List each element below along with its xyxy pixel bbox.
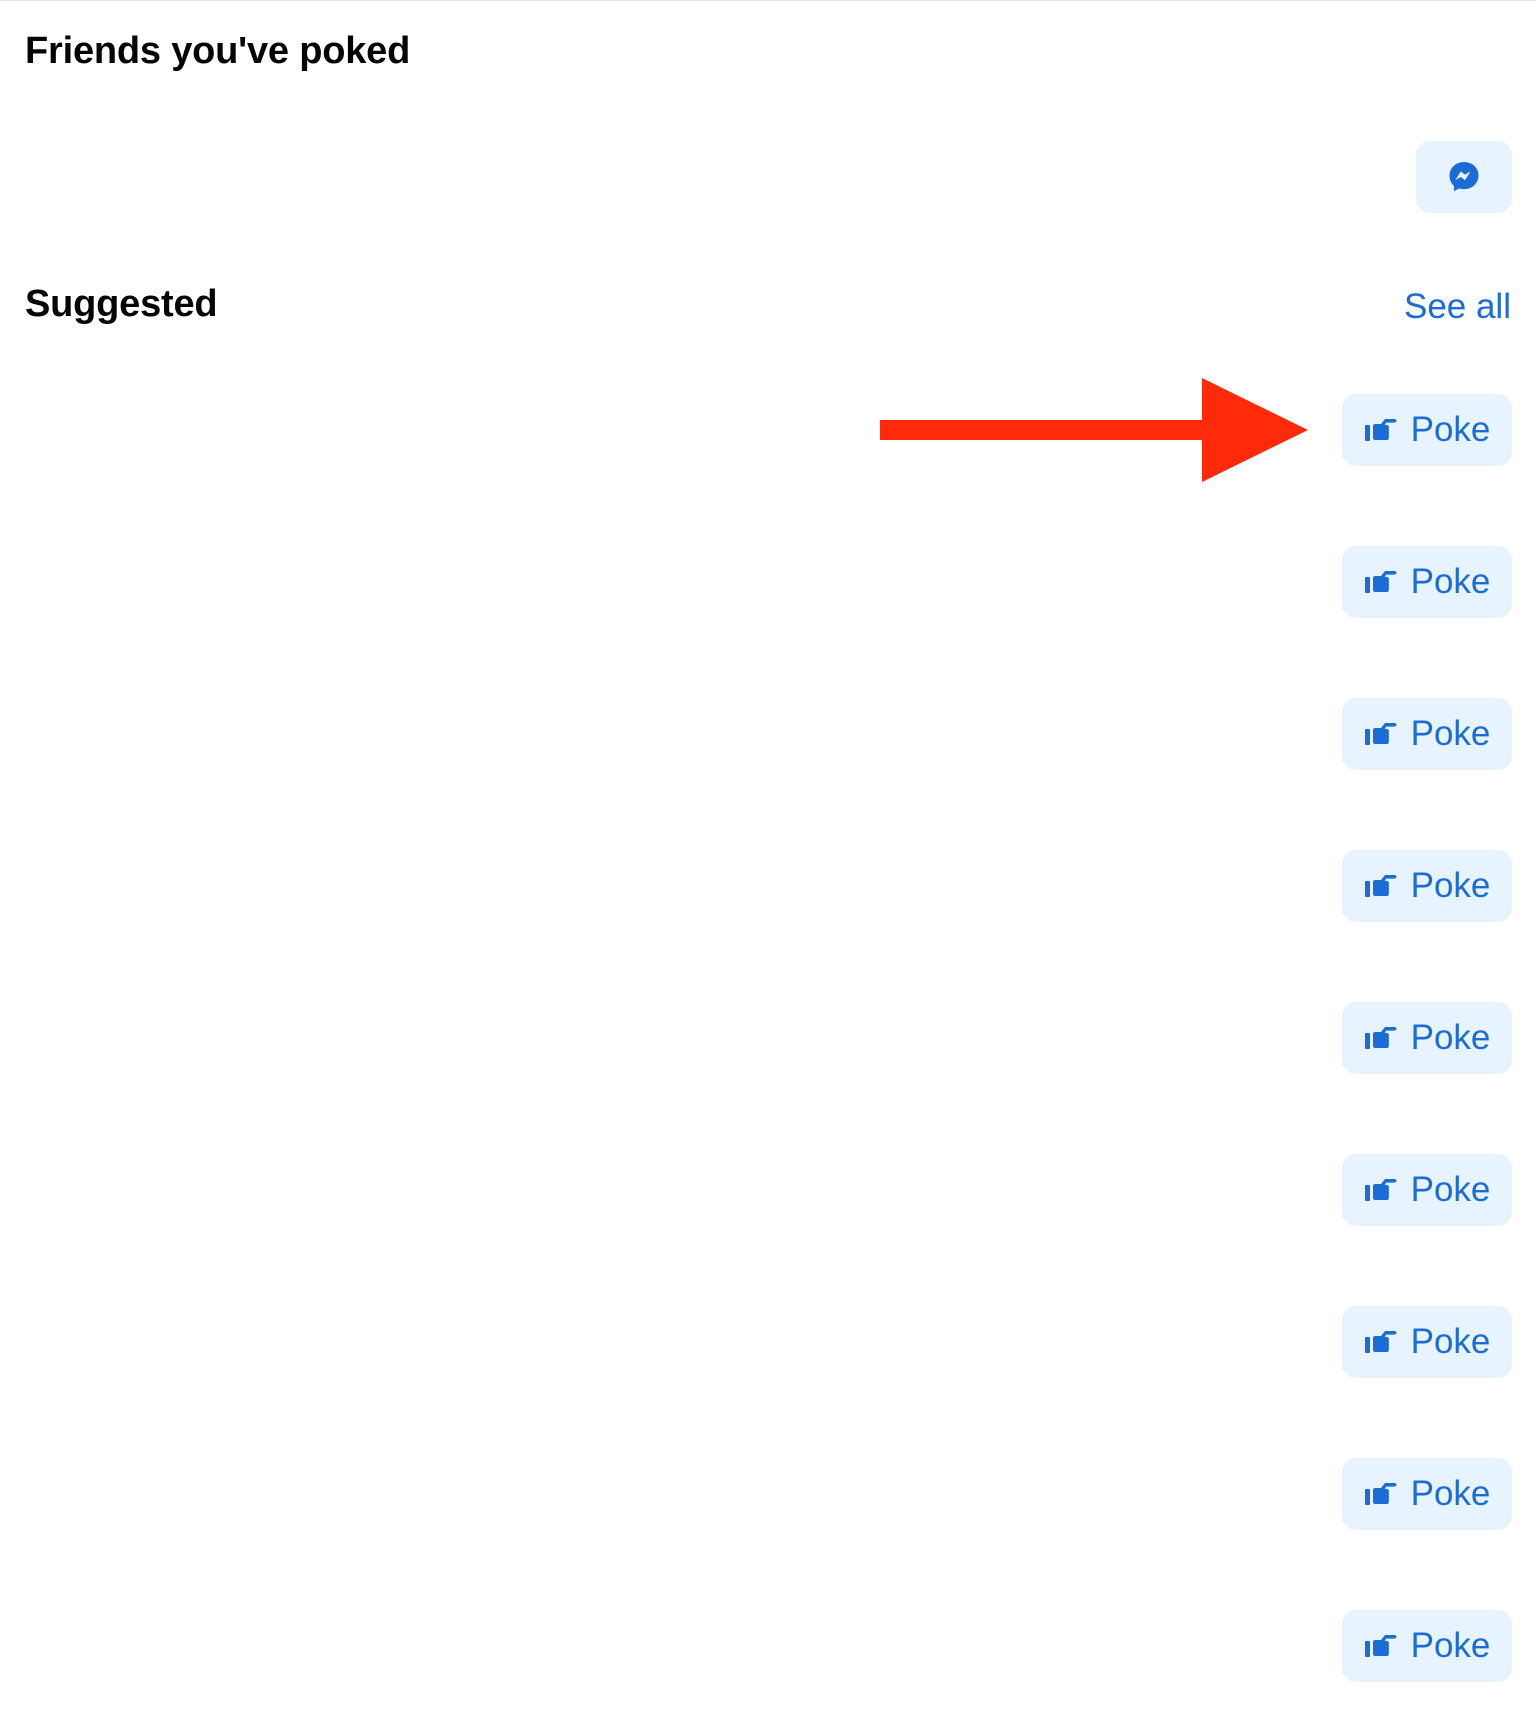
poke-button-label: Poke xyxy=(1410,1474,1491,1513)
messenger-icon xyxy=(1449,162,1479,192)
poke-button-label: Poke xyxy=(1410,1322,1491,1361)
poke-button[interactable]: Poke xyxy=(1342,1610,1512,1682)
poke-button[interactable]: Poke xyxy=(1342,850,1512,922)
poke-hand-icon xyxy=(1364,1179,1396,1201)
suggested-title: Suggested xyxy=(25,283,218,325)
poke-hand-icon xyxy=(1364,1635,1396,1657)
friends-poked-title: Friends you've poked xyxy=(25,30,411,72)
poke-button-label: Poke xyxy=(1410,1018,1491,1057)
poke-button[interactable]: Poke xyxy=(1342,1458,1512,1530)
poke-button[interactable]: Poke xyxy=(1342,698,1512,770)
poke-hand-icon xyxy=(1364,1027,1396,1049)
top-divider xyxy=(0,0,1536,1)
poke-button-label: Poke xyxy=(1410,1170,1491,1209)
poke-button[interactable]: Poke xyxy=(1342,394,1512,466)
poke-button[interactable]: Poke xyxy=(1342,1154,1512,1226)
see-all-link[interactable]: See all xyxy=(1404,287,1511,327)
poke-button[interactable]: Poke xyxy=(1342,546,1512,618)
poke-button-label: Poke xyxy=(1410,714,1491,753)
poke-hand-icon xyxy=(1364,875,1396,897)
poke-button-label: Poke xyxy=(1410,562,1491,601)
poke-button[interactable]: Poke xyxy=(1342,1002,1512,1074)
poke-hand-icon xyxy=(1364,571,1396,593)
poke-button-label: Poke xyxy=(1410,1626,1491,1665)
poke-button-label: Poke xyxy=(1410,866,1491,905)
poke-hand-icon xyxy=(1364,723,1396,745)
poke-button-label: Poke xyxy=(1410,410,1491,449)
poke-button[interactable]: Poke xyxy=(1342,1306,1512,1378)
annotation-arrow xyxy=(880,378,1308,482)
poke-hand-icon xyxy=(1364,419,1396,441)
poke-hand-icon xyxy=(1364,1483,1396,1505)
poke-hand-icon xyxy=(1364,1331,1396,1353)
messenger-button[interactable] xyxy=(1416,141,1512,213)
